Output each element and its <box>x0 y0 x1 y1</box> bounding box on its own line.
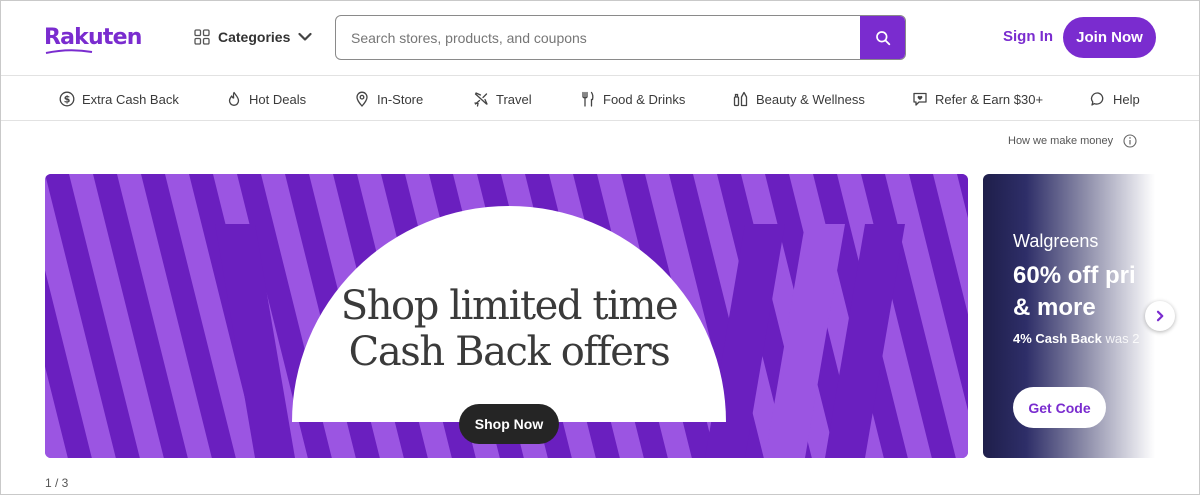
nav-label: Hot Deals <box>249 91 307 107</box>
chat-bubble-icon <box>1090 92 1104 106</box>
chevron-down-icon <box>298 32 312 41</box>
categories-menu[interactable]: Categories <box>194 27 312 47</box>
map-pin-icon <box>356 91 368 107</box>
flame-icon <box>228 91 240 106</box>
nav-item-refer-earn[interactable]: Refer & Earn $30+ <box>912 89 1043 109</box>
shop-now-button[interactable]: Shop Now <box>459 404 559 444</box>
hero-headline-line1: Shop limited time <box>340 283 679 329</box>
fork-knife-icon <box>582 91 594 107</box>
offer-headline: 60% off pri & more <box>1013 260 1136 324</box>
carousel-pager: 1 / 3 <box>45 476 69 490</box>
chevron-right-icon <box>1156 310 1164 322</box>
chat-heart-icon <box>913 92 927 106</box>
offer-cash-back: 4% Cash Back was 2 <box>1013 331 1139 346</box>
cash-back-was: was 2 <box>1105 331 1140 346</box>
svg-text:$: $ <box>64 95 71 106</box>
offer-headline-line2: & more <box>1013 294 1096 321</box>
nav-label: Food & Drinks <box>603 91 686 107</box>
nav-label: Travel <box>496 91 532 107</box>
info-icon <box>1123 134 1137 148</box>
join-now-button[interactable]: Join Now <box>1063 17 1156 58</box>
nav-item-food-drinks[interactable]: Food & Drinks <box>580 89 685 109</box>
get-code-button[interactable]: Get Code <box>1013 387 1106 428</box>
search-button[interactable] <box>860 16 905 59</box>
plane-icon <box>474 92 488 107</box>
nav-item-hot-deals[interactable]: Hot Deals <box>226 89 306 109</box>
nav-item-beauty-wellness[interactable]: Beauty & Wellness <box>733 89 865 109</box>
search-input[interactable] <box>336 16 861 59</box>
sign-in-link[interactable]: Sign In <box>1003 28 1053 45</box>
categories-label: Categories <box>218 29 291 45</box>
walgreens-offer-card[interactable]: Walgreens 60% off pri & more 4% Cash Bac… <box>983 174 1155 458</box>
site-header: Rakuten Categories Sign In Join Now <box>0 0 1200 76</box>
search-icon <box>875 30 890 45</box>
logo-swoosh-icon <box>45 49 93 54</box>
nav-label: Extra Cash Back <box>82 91 179 107</box>
rakuten-logo[interactable]: Rakuten <box>44 25 142 50</box>
how-we-make-money-link[interactable]: How we make money <box>1008 134 1137 148</box>
money-label: How we make money <box>1008 135 1114 147</box>
nav-label: In-Store <box>377 91 424 107</box>
grid-icon <box>194 29 210 45</box>
hero-headline: Shop limited time Cash Back offers <box>292 283 726 375</box>
search-bar <box>335 15 906 60</box>
nav-item-in-store[interactable]: In-Store <box>354 89 423 109</box>
dollar-circle-icon: $ <box>59 91 75 107</box>
hero-headline-line2: Cash Back offers <box>348 329 671 375</box>
nav-item-help[interactable]: Help <box>1090 89 1140 109</box>
nav-label: Refer & Earn $30+ <box>935 91 1044 107</box>
nav-item-extra-cash-back[interactable]: $ Extra Cash Back <box>59 89 179 109</box>
cash-back-rate: 4% Cash Back <box>1013 331 1102 346</box>
nav-item-travel[interactable]: Travel <box>473 89 532 109</box>
offer-headline-line1: 60% off pri <box>1013 262 1136 289</box>
category-nav: $ Extra Cash Back Hot Deals In-Store Tra… <box>0 77 1200 121</box>
carousel-next-button[interactable] <box>1145 301 1175 331</box>
beauty-bottles-icon <box>733 91 748 107</box>
offer-store-name: Walgreens <box>1013 231 1099 251</box>
nav-label: Help <box>1113 91 1140 107</box>
nav-label: Beauty & Wellness <box>756 91 865 107</box>
